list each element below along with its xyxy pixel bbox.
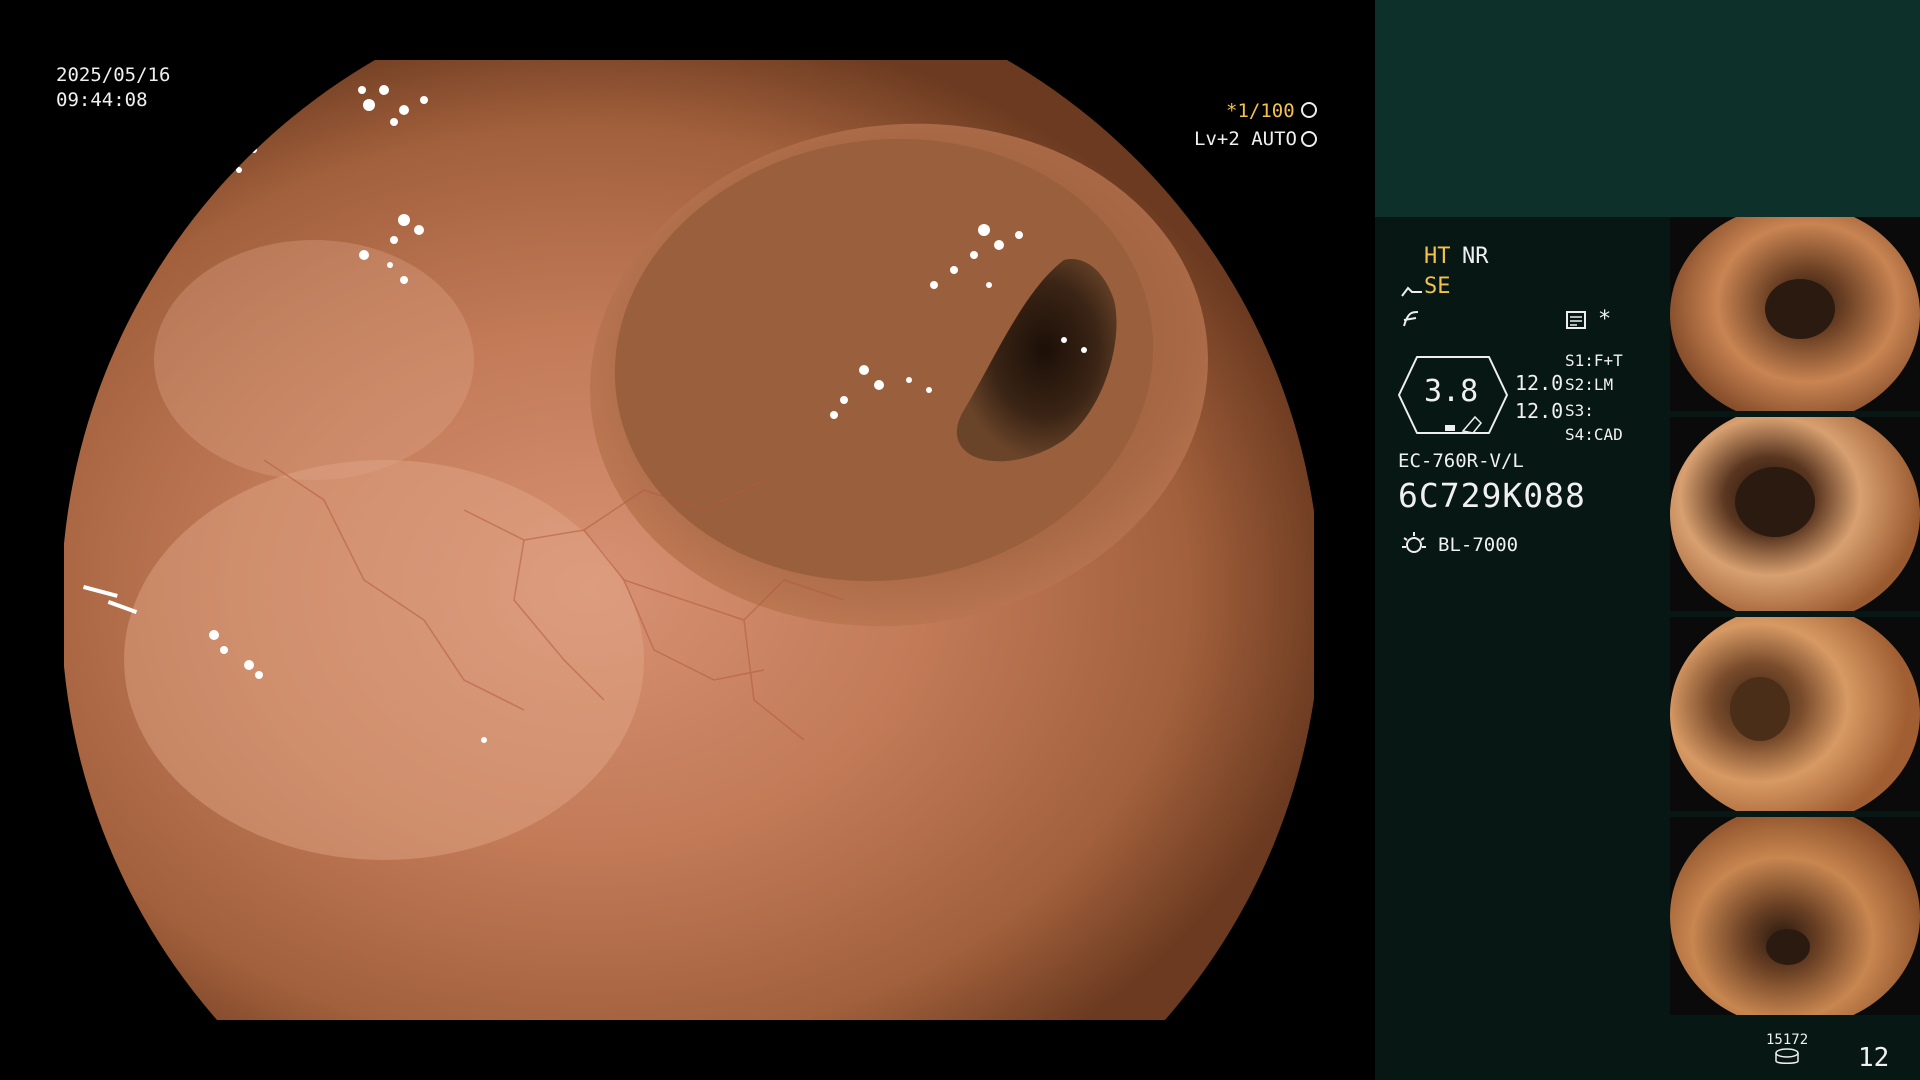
endoscope-image (64, 60, 1314, 1020)
switch-s1: S1:F+T (1565, 351, 1623, 370)
light-source-label: BL-7000 (1438, 534, 1519, 556)
scope-model: EC-760R-V/L (1398, 450, 1524, 472)
value-2: 12.0 (1515, 399, 1564, 423)
storage-icon (1774, 1048, 1800, 1070)
thumbnail-1[interactable] (1670, 217, 1920, 411)
shutter-label: *1/100 (1226, 100, 1295, 122)
freeze-icon (1400, 308, 1422, 334)
switch-s3: S3: (1565, 401, 1594, 420)
iris-icon (1301, 131, 1317, 147)
star-indicator: * (1598, 307, 1612, 332)
switch-s2: S2:LM (1565, 375, 1614, 394)
capture-icon (1565, 310, 1587, 334)
storage-counter: 15172 (1766, 1032, 1809, 1048)
ht-label: HT (1424, 244, 1451, 269)
endoscope-view (64, 60, 1314, 1020)
gauge-value: 3.8 (1424, 374, 1479, 409)
se-label: SE (1424, 274, 1451, 299)
nr-label: NR (1462, 244, 1489, 269)
page-number: 12 (1858, 1043, 1890, 1073)
scope-curve-icon (1400, 280, 1424, 306)
thumbnail-2[interactable] (1670, 417, 1920, 611)
scope-serial: 6C729K088 (1398, 476, 1586, 515)
thumbnail-4[interactable] (1670, 817, 1920, 1015)
gauge-display: 3.8 (1397, 349, 1509, 441)
time-label: 09:44:08 (56, 89, 148, 111)
thumbnail-3[interactable] (1670, 617, 1920, 811)
light-source-icon (1400, 530, 1428, 562)
sidebar-header-panel (1375, 0, 1920, 217)
aperture-icon (1301, 102, 1317, 118)
switch-s4: S4:CAD (1565, 425, 1623, 444)
date-label: 2025/05/16 (56, 64, 171, 86)
iris-label: Lv+2 AUTO (1194, 128, 1297, 150)
value-1: 12.0 (1515, 371, 1564, 395)
